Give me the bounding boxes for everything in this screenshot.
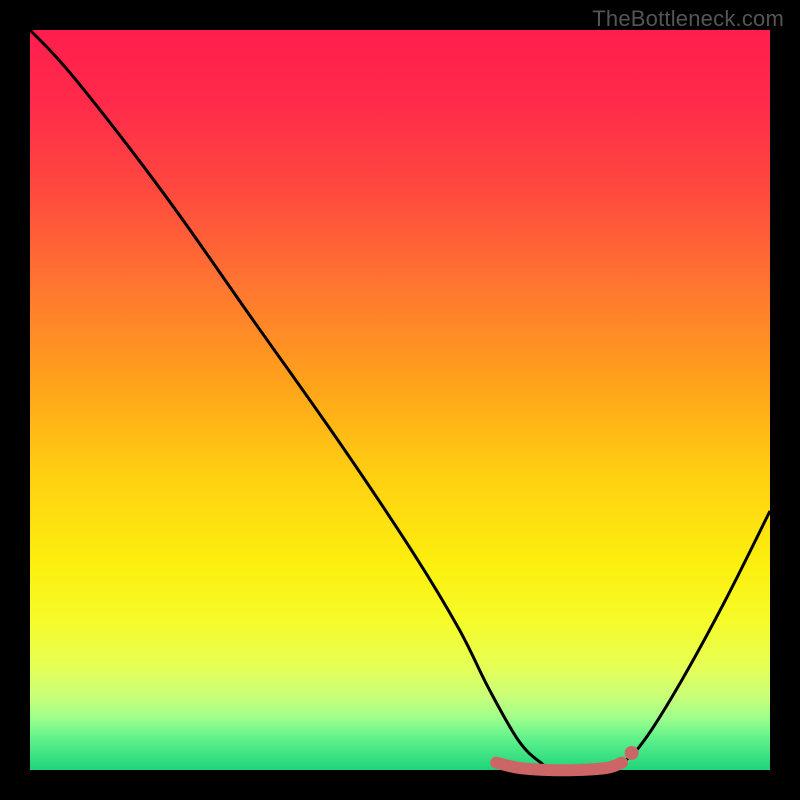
bottleneck-chart	[0, 0, 800, 800]
markers	[625, 746, 639, 760]
watermark-text: TheBottleneck.com	[592, 6, 784, 32]
chart-stage: TheBottleneck.com	[0, 0, 800, 800]
optimal-point	[625, 746, 639, 760]
plot-area	[30, 30, 770, 770]
